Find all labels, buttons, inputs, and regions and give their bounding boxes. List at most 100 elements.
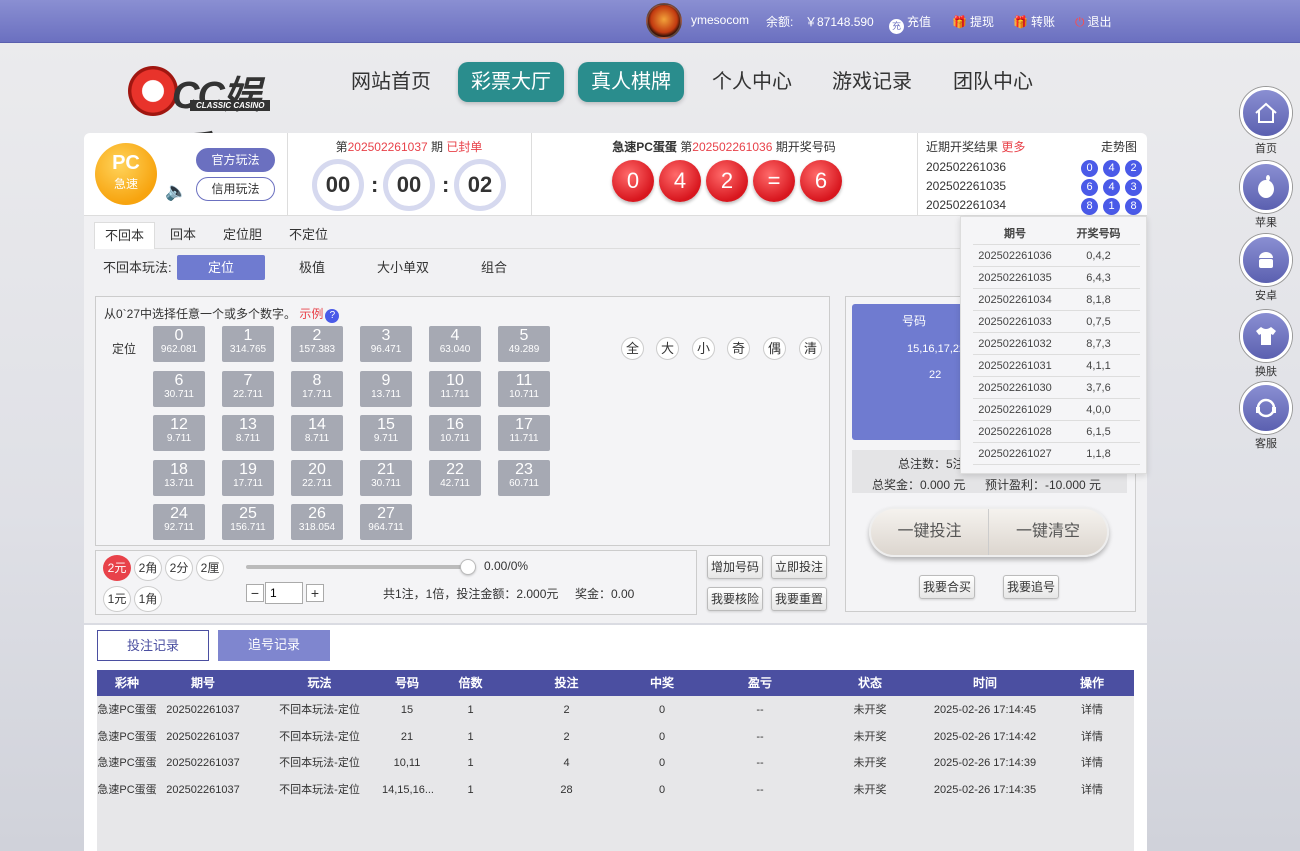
tab-bet-records[interactable]: 投注记录 [97, 630, 209, 661]
subtab-position[interactable]: 定位 [177, 255, 265, 280]
tab-no-return[interactable]: 不回本 [94, 222, 156, 249]
add-number-button[interactable]: 增加号码 [707, 555, 763, 579]
number-ball-19[interactable]: 19 17.711 [222, 459, 274, 496]
credit-mode-button[interactable]: 信用玩法 [196, 177, 275, 201]
table-cell: 0 [658, 783, 666, 796]
user-avatar[interactable] [646, 3, 682, 39]
withdraw-link[interactable]: 🎁 提现 [952, 13, 994, 30]
reset-button[interactable]: 我要重置 [771, 587, 827, 611]
table-cell: 0 [658, 757, 666, 769]
unit-2jiao[interactable]: 2角 [134, 555, 162, 581]
table-cell: 28 [560, 783, 573, 796]
quick-small-button[interactable]: 小 [692, 337, 715, 360]
tab-chase-records[interactable]: 追号记录 [218, 630, 330, 661]
help-icon[interactable]: ? [325, 309, 340, 323]
number-ball-12[interactable]: 12 9.711 [153, 415, 205, 451]
official-mode-button[interactable]: 官方玩法 [196, 148, 275, 172]
unit-2fen[interactable]: 2分 [165, 555, 193, 581]
number-ball-26[interactable]: 26 318.054 [291, 504, 343, 540]
quick-even-button[interactable]: 偶 [763, 337, 786, 360]
quick-odd-button[interactable]: 奇 [727, 337, 750, 360]
number-ball-1[interactable]: 1 314.765 [222, 326, 274, 362]
nav-team-center[interactable]: 团队中心 [940, 62, 1046, 102]
number-ball-16[interactable]: 16 10.711 [429, 415, 481, 451]
trend-chart-link[interactable]: 走势图 [1101, 138, 1137, 155]
rebate-slider-handle[interactable] [460, 559, 476, 575]
number-ball-5[interactable]: 5 49.289 [498, 326, 550, 362]
number-ball-8[interactable]: 8 17.711 [291, 370, 343, 407]
subtab-extreme[interactable]: 极值 [268, 255, 356, 280]
number-ball-17[interactable]: 17 11.711 [498, 415, 550, 451]
side-skin-button[interactable]: 换肤 [1240, 310, 1292, 379]
number-ball-24[interactable]: 24 92.711 [153, 504, 205, 540]
nav-live-casino[interactable]: 真人棋牌 [578, 62, 684, 102]
quick-big-button[interactable]: 大 [656, 337, 679, 360]
detail-link[interactable]: 详情 [1050, 724, 1134, 750]
number-ball-15[interactable]: 15 9.711 [360, 415, 412, 451]
unit-2li[interactable]: 2厘 [196, 555, 224, 581]
check-button[interactable]: 我要核险 [707, 587, 763, 611]
column-header: 盈亏 [747, 676, 772, 690]
popup-row: 202502261031 4,1,1 [973, 355, 1140, 377]
multiplier-plus-button[interactable]: + [306, 584, 324, 602]
one-click-clear-button[interactable]: 一键清空 [989, 509, 1107, 555]
detail-link[interactable]: 详情 [1050, 697, 1134, 723]
number-ball-21[interactable]: 21 30.711 [360, 459, 412, 496]
subtab-big-small[interactable]: 大小单双 [359, 255, 447, 280]
unit-1jiao[interactable]: 1角 [134, 586, 162, 612]
chase-number-button[interactable]: 我要追号 [1003, 575, 1059, 599]
number-ball-4[interactable]: 4 63.040 [429, 326, 481, 362]
number-ball-2[interactable]: 2 157.383 [291, 326, 343, 362]
number-ball-3[interactable]: 3 96.471 [360, 326, 412, 362]
logout-link[interactable]: ⏻ 退出 [1075, 13, 1112, 30]
popup-row: 202502261030 3,7,6 [973, 377, 1140, 399]
quick-clear-button[interactable]: 清 [799, 337, 822, 360]
detail-link[interactable]: 详情 [1050, 777, 1134, 803]
nav-game-records[interactable]: 游戏记录 [819, 62, 925, 102]
tab-return[interactable]: 回本 [160, 222, 206, 249]
number-ball-18[interactable]: 18 13.711 [153, 459, 205, 496]
multiplier-input[interactable] [265, 582, 303, 604]
joint-buy-button[interactable]: 我要合买 [919, 575, 975, 599]
example-link[interactable]: 示例 [299, 307, 323, 321]
number-ball-7[interactable]: 7 22.711 [222, 370, 274, 407]
tab-unpositioned[interactable]: 不定位 [279, 222, 338, 249]
one-click-bet-button[interactable]: 一键投注 [871, 509, 989, 555]
nav-home[interactable]: 网站首页 [338, 62, 444, 102]
speaker-icon[interactable]: 🔈 [165, 181, 187, 202]
rebate-slider-track[interactable] [246, 565, 468, 569]
multiplier-minus-button[interactable]: − [246, 584, 264, 602]
number-ball-20[interactable]: 20 22.711 [291, 459, 343, 496]
bet-now-button[interactable]: 立即投注 [771, 555, 827, 579]
number-ball-23[interactable]: 23 60.711 [498, 459, 550, 496]
detail-link[interactable]: 详情 [1050, 750, 1134, 776]
side-ios-button[interactable]: 苹果 [1240, 161, 1292, 230]
more-results-link[interactable]: 更多 [1001, 140, 1025, 154]
side-android-button[interactable]: 安卓 [1240, 234, 1292, 303]
table-cell: 1 [467, 757, 474, 769]
number-ball-27[interactable]: 27 964.711 [360, 504, 412, 540]
transfer-link[interactable]: 🎁 转账 [1013, 13, 1055, 30]
tab-position[interactable]: 定位胆 [213, 222, 272, 249]
number-ball-10[interactable]: 10 11.711 [429, 370, 481, 407]
logo[interactable]: CC娱乐 CLASSIC CASINO [128, 64, 283, 172]
number-ball-9[interactable]: 9 13.711 [360, 370, 412, 407]
nav-personal-center[interactable]: 个人中心 [699, 62, 805, 102]
gift-icon: 🎁 [952, 15, 967, 29]
number-ball-22[interactable]: 22 42.711 [429, 459, 481, 496]
number-ball-25[interactable]: 25 156.711 [222, 504, 274, 540]
unit-2yuan[interactable]: 2元 [103, 555, 131, 581]
subtab-combo[interactable]: 组合 [450, 255, 538, 280]
number-ball-6[interactable]: 6 30.711 [153, 370, 205, 407]
number-ball-14[interactable]: 14 8.711 [291, 415, 343, 451]
popup-row: 202502261027 1,1,8 [973, 443, 1140, 465]
recharge-link[interactable]: 充充值 [889, 13, 931, 34]
number-ball-0[interactable]: 0 962.081 [153, 326, 205, 362]
side-home-button[interactable]: 首页 [1240, 87, 1292, 156]
side-service-button[interactable]: 客服 [1240, 382, 1292, 451]
quick-all-button[interactable]: 全 [621, 337, 644, 360]
number-ball-13[interactable]: 13 8.711 [222, 415, 274, 451]
number-ball-11[interactable]: 11 10.711 [498, 370, 550, 407]
unit-1yuan[interactable]: 1元 [103, 586, 131, 612]
nav-lottery-hall[interactable]: 彩票大厅 [458, 62, 564, 102]
